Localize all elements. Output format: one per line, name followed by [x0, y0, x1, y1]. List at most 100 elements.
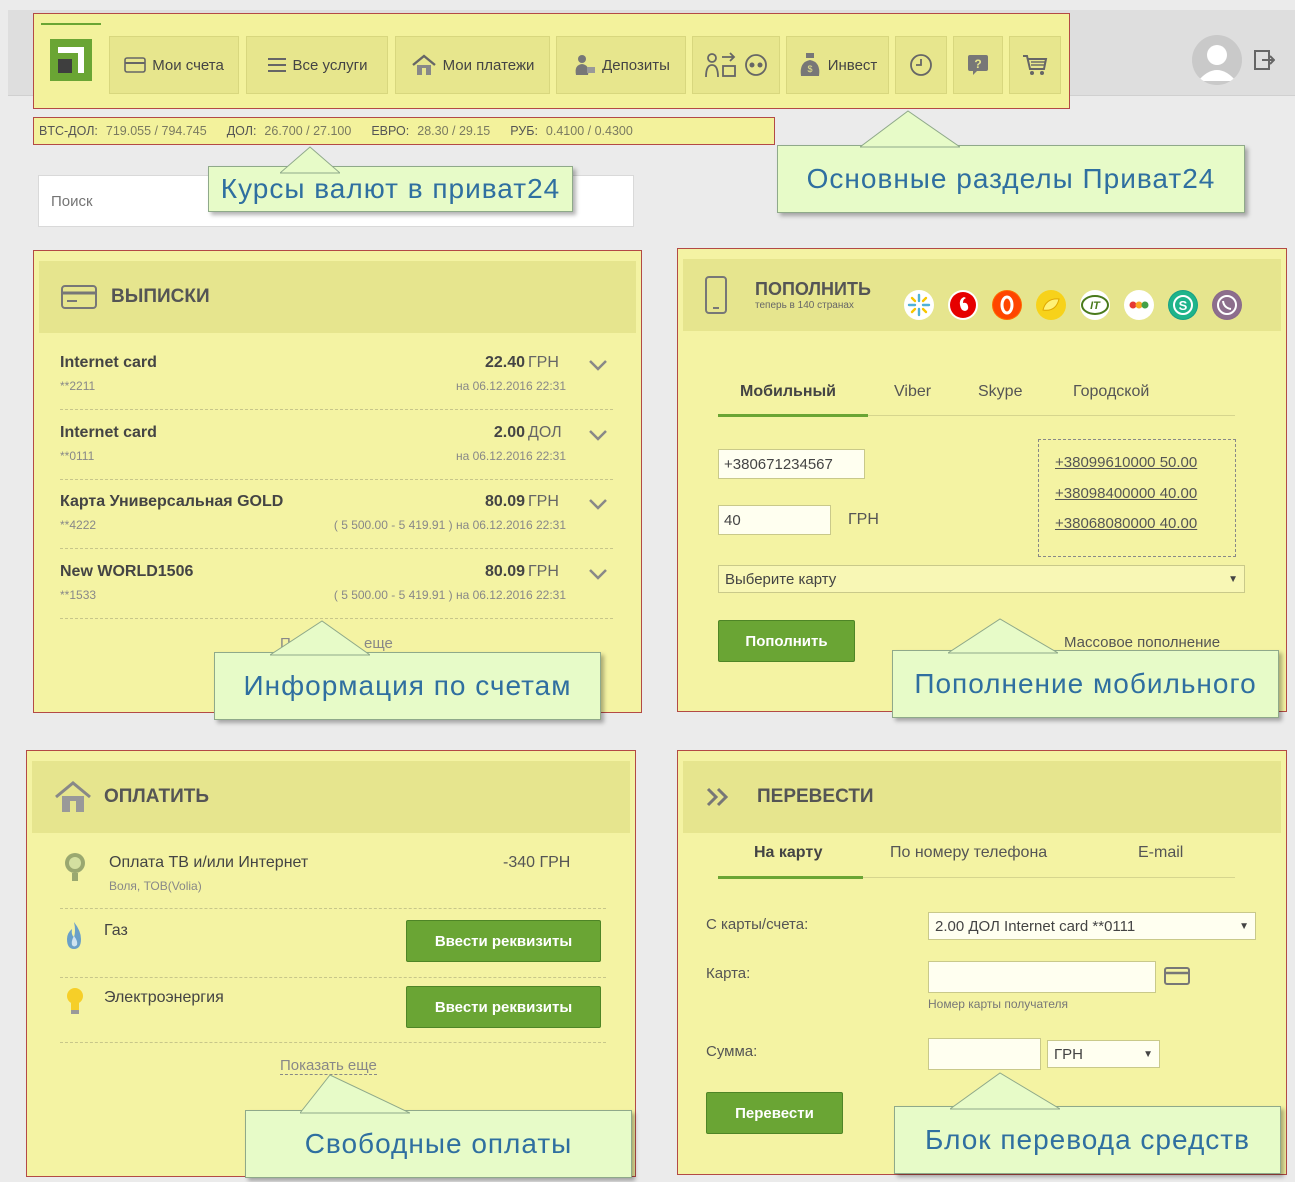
tab-viber[interactable]: Viber — [894, 383, 931, 401]
tab-by-phone[interactable]: По номеру телефона — [890, 844, 1047, 862]
svg-text:?: ? — [974, 57, 981, 71]
callout-text: Пополнение мобильного — [914, 668, 1257, 699]
amount-input[interactable]: 40 — [718, 505, 831, 535]
callout-text: Свободные оплаты — [304, 1128, 573, 1159]
payment-name[interactable]: Оплата ТВ и/или Интернет — [109, 854, 308, 872]
nav-transfers[interactable] — [692, 36, 780, 94]
ring-icon — [993, 291, 1021, 319]
card-icon — [61, 285, 97, 309]
callout-mobile: Пополнение мобильного — [892, 650, 1279, 718]
currency-value: ГРН — [1054, 1045, 1083, 1063]
callout-text: Основные разделы Приват24 — [806, 163, 1216, 194]
nav-my-payments[interactable]: Мои платежи — [395, 36, 550, 94]
lightbulb-icon — [67, 988, 83, 1014]
from-card-label: С карты/счета: — [706, 916, 809, 933]
row-divider — [60, 548, 613, 549]
tv-internet-icon — [65, 853, 85, 881]
transfer-title: ПЕРЕВЕСТИ — [757, 786, 874, 807]
chevron-down-icon[interactable] — [588, 428, 608, 442]
callout-pointer — [300, 1074, 410, 1114]
account-amount: 2.00 — [493, 423, 525, 441]
kyivstar-icon[interactable] — [904, 290, 934, 320]
nav-history[interactable] — [895, 36, 947, 94]
show-more-link[interactable]: Показать еще — [280, 1057, 377, 1075]
life-icon[interactable] — [1036, 290, 1066, 320]
intertelecom-icon[interactable]: IT — [1080, 290, 1110, 320]
callout-pointer — [280, 146, 340, 174]
card-select[interactable]: Выберите карту ▼ — [718, 565, 1245, 593]
phone-input[interactable]: +380671234567 — [718, 449, 865, 479]
topup-button[interactable]: Пополнить — [718, 620, 855, 662]
viber-icon[interactable] — [1212, 290, 1242, 320]
recent-number-link[interactable]: +38068080000 40.00 — [1055, 515, 1197, 532]
callout-pointer — [860, 110, 960, 148]
account-currency: ГРН — [528, 493, 559, 510]
account-detail: на 06.12.2016 22:31 — [455, 448, 566, 463]
account-number: **1533 — [60, 587, 97, 602]
account-name[interactable]: New WORLD1506 — [60, 563, 193, 581]
card-number-input[interactable] — [928, 961, 1156, 993]
card-label: Карта: — [706, 965, 751, 982]
nav-all-services[interactable]: Все услуги — [246, 36, 388, 94]
trimob-icon[interactable] — [1124, 290, 1154, 320]
sum-input[interactable] — [928, 1038, 1041, 1070]
skype-icon[interactable]: S — [1168, 290, 1198, 320]
logout-icon[interactable] — [1253, 49, 1275, 71]
tab-skype[interactable]: Skype — [978, 383, 1022, 401]
nav-deposits[interactable]: Депозиты — [556, 36, 686, 94]
row-divider — [60, 478, 613, 480]
rate-btc: BTC-ДОЛ: 719.055 / 794.745 — [39, 124, 207, 138]
account-name[interactable]: Internet card — [60, 354, 157, 372]
tab-email[interactable]: E-mail — [1138, 844, 1183, 862]
tab-mobile[interactable]: Мобильный — [740, 383, 836, 401]
nav-label: Инвест — [827, 56, 878, 74]
rate-name: ДОЛ: — [226, 124, 257, 138]
user-avatar[interactable] — [1192, 35, 1242, 85]
nav-label: Мои платежи — [442, 56, 535, 74]
recent-number-link[interactable]: +38099610000 50.00 — [1055, 454, 1197, 471]
pay-title: ОПЛАТИТЬ — [104, 786, 210, 807]
card-icon — [124, 57, 147, 73]
globe-icon — [745, 54, 767, 76]
nav-my-accounts[interactable]: Мои счета — [109, 36, 239, 94]
lifecell-icon[interactable] — [992, 290, 1022, 320]
statements-title: ВЫПИСКИ — [111, 286, 210, 307]
svg-text:IT: IT — [1090, 300, 1101, 312]
nav-label: Депозиты — [602, 56, 670, 74]
tab-landline[interactable]: Городской — [1073, 383, 1149, 401]
account-detail: ( 5 500.00 - 5 419.91 ) на 06.12.2016 22… — [333, 587, 566, 602]
moneybag-icon — [575, 55, 596, 75]
card-icon[interactable] — [1164, 967, 1190, 985]
account-name[interactable]: Карта Универсальная GOLD — [60, 493, 283, 511]
nav-cart[interactable] — [1009, 36, 1061, 94]
currency-select[interactable]: ГРН ▼ — [1047, 1040, 1160, 1068]
chevron-down-icon[interactable] — [588, 497, 608, 511]
vodafone-icon[interactable] — [948, 290, 978, 320]
transfer-header: ПЕРЕВЕСТИ — [683, 761, 1281, 833]
payment-name[interactable]: Газ — [104, 922, 128, 940]
payment-name[interactable]: Электроэнергия — [104, 989, 224, 1007]
rate-rub: РУБ: 0.4100 / 0.4300 — [510, 124, 633, 138]
transfer-button[interactable]: Перевести — [706, 1092, 843, 1134]
chevron-down-icon[interactable] — [588, 358, 608, 372]
privat24-logo[interactable] — [41, 23, 101, 95]
tab-to-card[interactable]: На карту — [754, 844, 823, 862]
recent-number-link[interactable]: +38098400000 40.00 — [1055, 485, 1197, 502]
nav-invest[interactable]: $ Инвест — [786, 36, 889, 94]
from-card-value: 2.00 ДОЛ Internet card **0111 — [935, 917, 1136, 935]
invest-bag-icon: $ — [800, 53, 820, 76]
rate-value: 0.4100 / 0.4300 — [545, 124, 633, 138]
enter-details-button[interactable]: Ввести реквизиты — [406, 986, 601, 1028]
topup-subtitle: теперь в 140 странах — [755, 300, 854, 311]
account-number: **4222 — [60, 518, 97, 532]
from-card-select[interactable]: 2.00 ДОЛ Internet card **0111 ▼ — [928, 912, 1256, 940]
enter-details-button[interactable]: Ввести реквизиты — [406, 920, 601, 962]
nav-help[interactable]: ? — [953, 36, 1003, 94]
vodafone-drop-icon — [950, 292, 976, 318]
active-tab-indicator — [718, 414, 868, 417]
rate-value: 719.055 / 794.745 — [105, 124, 207, 138]
row-divider — [60, 617, 613, 619]
account-name[interactable]: Internet card — [60, 424, 157, 442]
statements-header: ВЫПИСКИ — [39, 261, 636, 333]
chevron-down-icon[interactable] — [588, 567, 608, 581]
